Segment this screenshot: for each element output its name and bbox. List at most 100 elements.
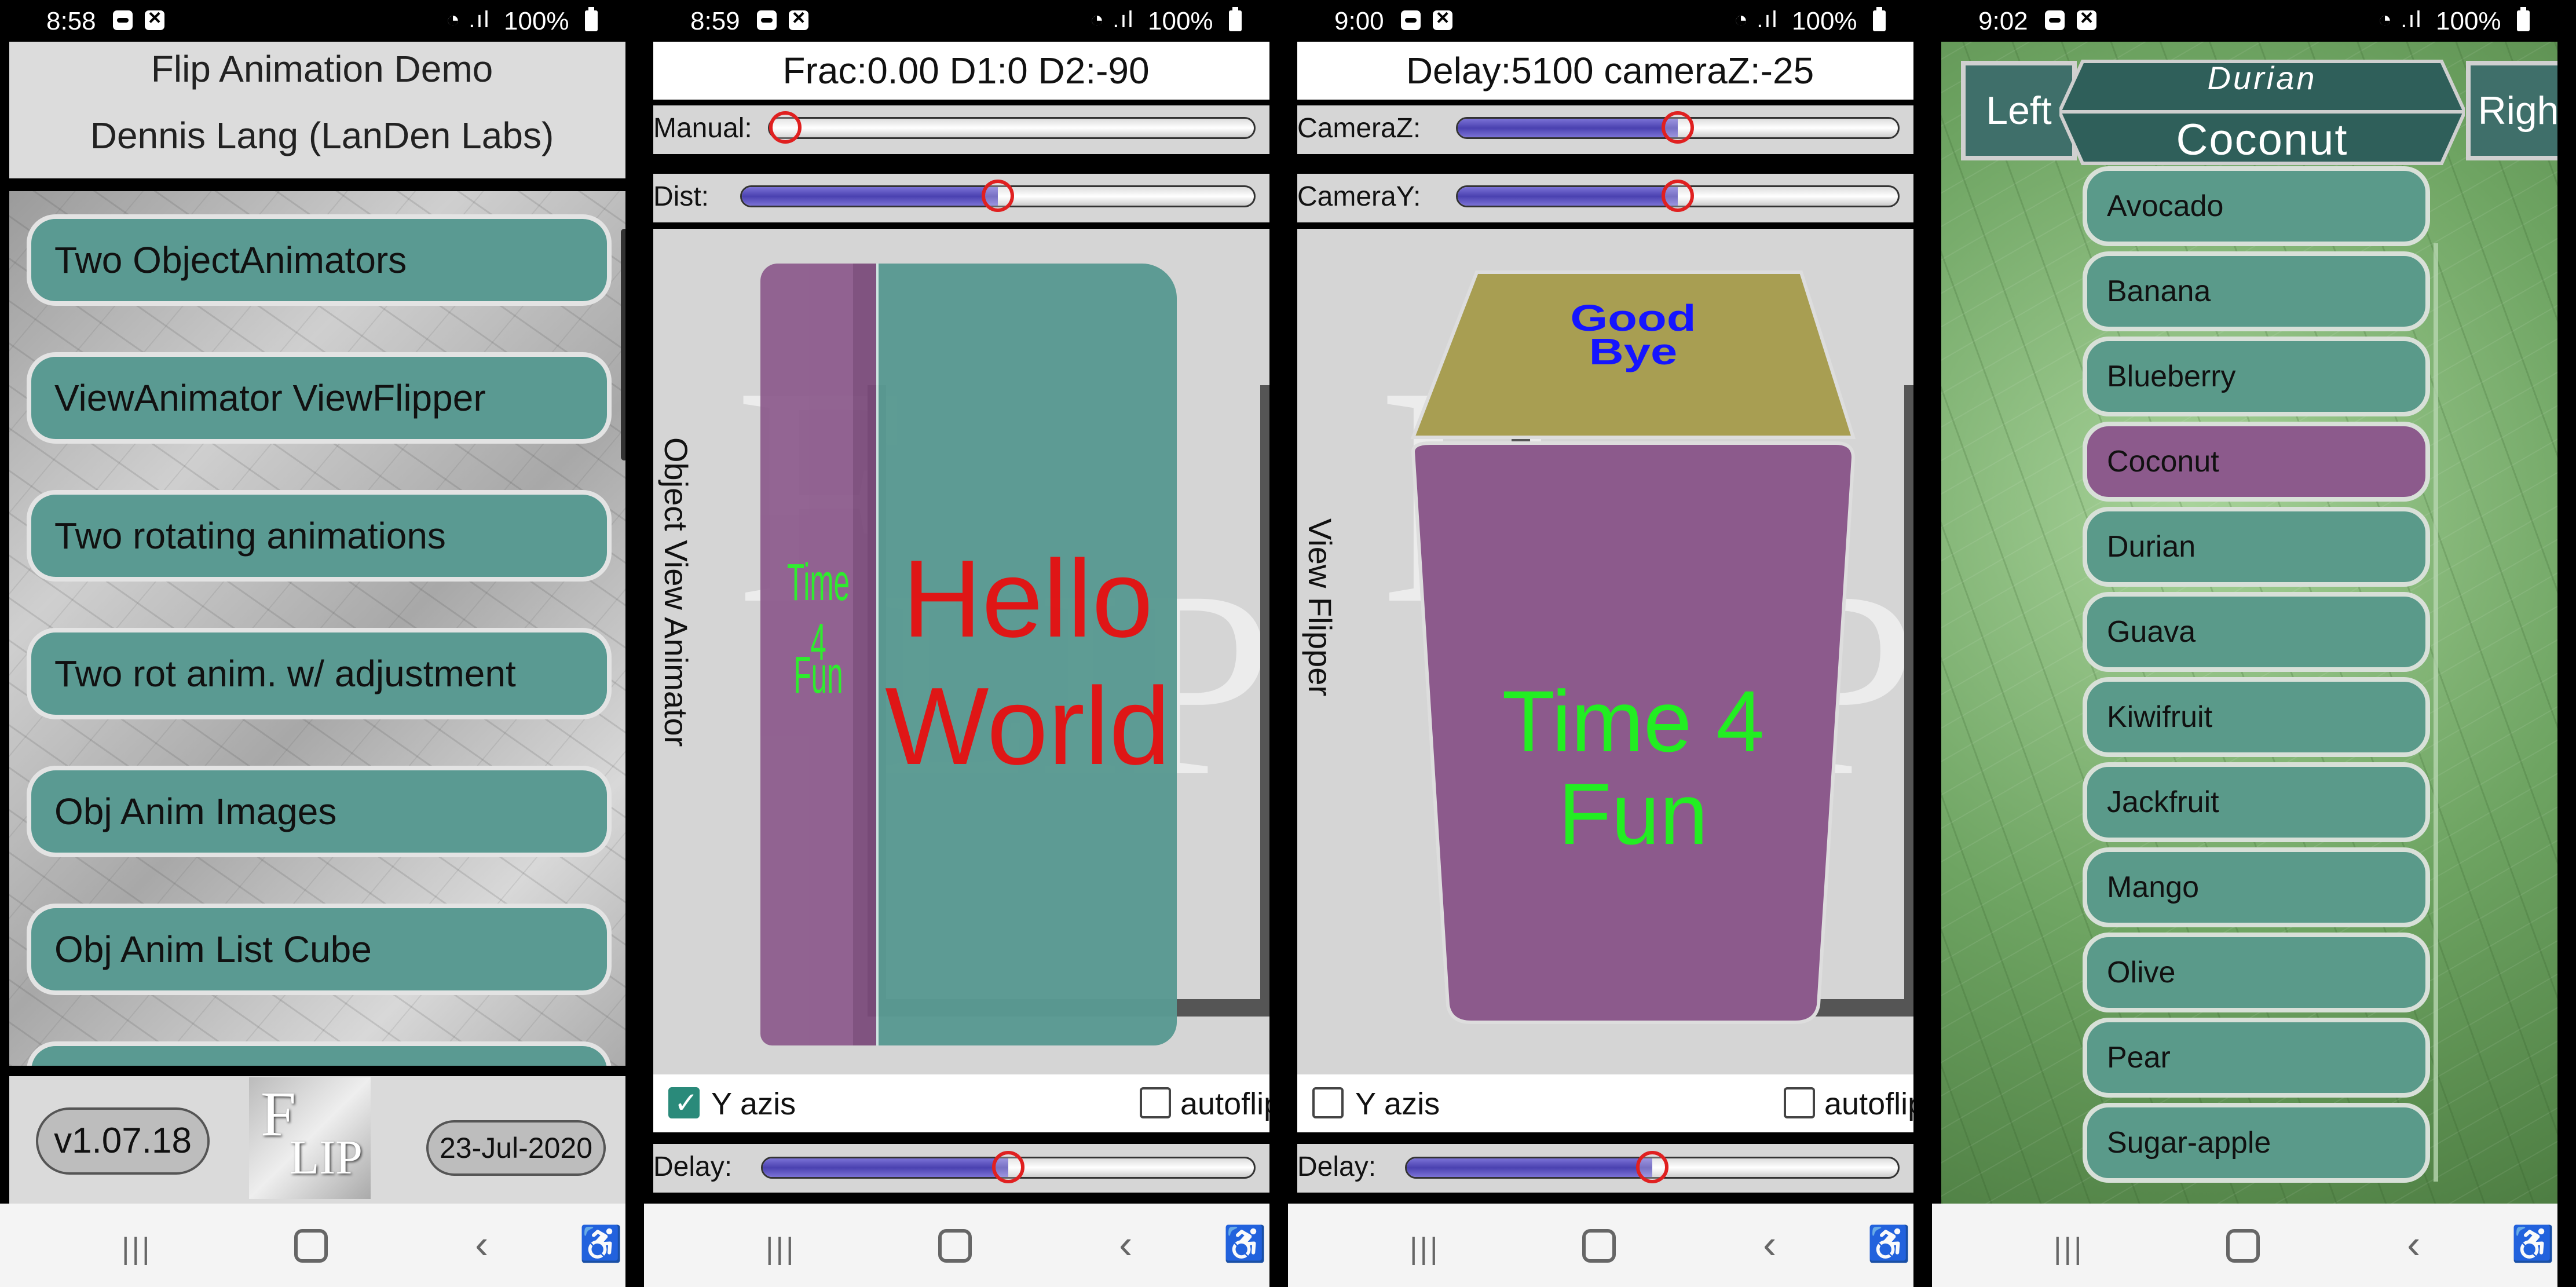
home-icon[interactable] (2226, 1229, 2260, 1263)
list-item[interactable]: Kiwifruit (2083, 677, 2430, 757)
cameray-label: CameraY: (1297, 181, 1421, 212)
recents-icon[interactable]: ||| (2054, 1226, 2084, 1272)
list-item[interactable]: Blueberry (2083, 337, 2430, 416)
cameraz-slider-row: CameraZ: (1297, 105, 1913, 154)
recents-icon[interactable]: ||| (122, 1226, 152, 1272)
list-item[interactable]: Avocado (2083, 166, 2430, 246)
menu-scrollbar[interactable] (621, 229, 625, 460)
autoflip-label: autoflip (1180, 1087, 1269, 1121)
manual-slider[interactable] (768, 117, 1256, 139)
recents-icon[interactable]: ||| (766, 1226, 796, 1272)
app-title: Flip Animation Demo (151, 48, 493, 90)
cameray-slider-fill (1458, 187, 1678, 206)
menu-item-two-objectanimators[interactable]: Two ObjectAnimators (27, 214, 612, 306)
flipper-status-header: Delay:5100 cameraZ:-25 (1297, 42, 1913, 100)
status-time: 8:58 (46, 7, 96, 35)
back-icon[interactable]: ‹ (1763, 1221, 1776, 1267)
right-button[interactable]: Right (2466, 61, 2557, 160)
status-time: 9:00 (1334, 7, 1384, 35)
wifi-signal-icon: ◔ .ıl (1090, 7, 1135, 32)
delay-slider-row: Delay: (1297, 1144, 1913, 1193)
list-item[interactable]: Coconut (2083, 422, 2430, 502)
y-azis-checkbox[interactable] (1312, 1087, 1344, 1118)
status-bar: 8:59 ◔ .ıl 100% (644, 0, 1269, 42)
battery-icon (1229, 7, 1242, 31)
menu-item-obj-anim-images[interactable]: Obj Anim Images (27, 766, 612, 857)
autoflip-label: autoflip (1824, 1087, 1913, 1121)
autoflip-checkbox[interactable] (1784, 1087, 1815, 1118)
options-row: Y azis autoflip (653, 1074, 1269, 1132)
back-card: Time 4 Fun (760, 264, 876, 1045)
notification-icon (2045, 10, 2065, 30)
list-item[interactable]: Durian (2083, 507, 2430, 587)
home-icon[interactable] (1582, 1229, 1616, 1263)
battery-percent: 100% (1792, 7, 1857, 35)
menu-item-partial[interactable] (27, 1041, 612, 1066)
cameray-slider-thumb[interactable] (1662, 180, 1694, 212)
list-item[interactable]: Mango (2083, 847, 2430, 927)
list-item[interactable]: Guava (2083, 592, 2430, 672)
y-azis-label: Y azis (711, 1087, 796, 1121)
battery-icon (2517, 7, 2530, 31)
list-item[interactable]: Jackfruit (2083, 762, 2430, 842)
notification-close-icon (789, 6, 808, 31)
manual-slider-row: Manual: (653, 105, 1269, 154)
back-icon[interactable]: ‹ (1119, 1221, 1132, 1267)
home-icon[interactable] (294, 1229, 328, 1263)
delay-label: Delay: (1297, 1151, 1377, 1182)
list-item[interactable]: Olive (2083, 933, 2430, 1012)
menu-item-two-rotating-animations[interactable]: Two rotating animations (27, 490, 612, 582)
manual-slider-thumb[interactable] (769, 111, 802, 144)
list-scrollbar[interactable] (2434, 243, 2438, 1182)
back-icon[interactable]: ‹ (2407, 1221, 2420, 1267)
accessibility-icon[interactable]: ♿ (579, 1221, 623, 1267)
frame-line-right (1260, 385, 1269, 1017)
notification-icon (113, 10, 133, 30)
cameraz-slider-thumb[interactable] (1662, 111, 1694, 144)
list-item[interactable]: Banana (2083, 251, 2430, 331)
battery-percent: 100% (2436, 7, 2501, 35)
status-bar: 8:58 ◔ .ıl 100% (0, 0, 625, 42)
side-label: View Flipper (1302, 518, 1338, 697)
y-azis-checkbox[interactable] (668, 1086, 700, 1120)
menu-item-obj-anim-list-cube[interactable]: Obj Anim List Cube (27, 904, 612, 995)
phone-view-flipper: 9:00 ◔ .ıl 100% Delay:5100 cameraZ:-25 C… (1288, 0, 1913, 1287)
cube-top-label: Durian (2207, 60, 2317, 96)
cameraz-label: CameraZ: (1297, 113, 1421, 144)
status-bar: 9:02 ◔ .ıl 100% (1932, 0, 2557, 42)
autoflip-checkbox[interactable] (1140, 1087, 1171, 1118)
wifi-signal-icon: ◔ .ıl (446, 7, 491, 32)
back-icon[interactable]: ‹ (475, 1221, 488, 1267)
accessibility-icon[interactable]: ♿ (2511, 1221, 2555, 1267)
notification-icon (757, 10, 777, 30)
battery-icon (585, 7, 598, 31)
notification-close-icon (2077, 6, 2096, 31)
delay-slider-thumb[interactable] (992, 1151, 1024, 1183)
delay-slider-thumb[interactable] (1636, 1151, 1668, 1183)
options-row: Y azis autoflip (1297, 1074, 1913, 1132)
anim-status-header: Frac:0.00 D1:0 D2:-90 (653, 42, 1269, 100)
animation-stage: F LIP Time 4 Fun Hello World Object View… (653, 229, 1269, 1129)
phone-menu: 8:58 ◔ .ıl 100% Flip Animation Demo Denn… (0, 0, 625, 1287)
delay-slider-row: Delay: (653, 1144, 1269, 1193)
front-face-text: Time 4 Fun (1502, 672, 1765, 862)
home-icon[interactable] (938, 1229, 972, 1263)
phone-list-cube: 9:02 ◔ .ıl 100% Left Right Durian Coconu… (1932, 0, 2557, 1287)
accessibility-icon[interactable]: ♿ (1223, 1221, 1267, 1267)
recents-icon[interactable]: ||| (1410, 1226, 1440, 1272)
app-author: Dennis Lang (LanDen Labs) (90, 115, 554, 156)
list-item[interactable]: Pear (2083, 1018, 2430, 1098)
dist-slider-row: Dist: (653, 174, 1269, 222)
side-label: Object View Animator (658, 437, 694, 747)
battery-percent: 100% (1148, 7, 1213, 35)
notification-close-icon (1433, 6, 1452, 31)
list-item[interactable]: Sugar-apple (2083, 1103, 2430, 1183)
flipper-stage: F LIP Good Bye Time 4 Fun View Flipper (1297, 229, 1913, 1129)
accessibility-icon[interactable]: ♿ (1867, 1221, 1911, 1267)
dist-slider-thumb[interactable] (982, 180, 1014, 212)
cameray-slider-row: CameraY: (1297, 174, 1913, 222)
cube-front-label: Coconut (2176, 115, 2348, 164)
menu-item-two-rot-anim-adjustment[interactable]: Two rot anim. w/ adjustment (27, 628, 612, 719)
menu-item-viewanimator-viewflipper[interactable]: ViewAnimator ViewFlipper (27, 352, 612, 444)
android-nav-bar: ||| ‹ ♿ (1288, 1204, 1913, 1287)
